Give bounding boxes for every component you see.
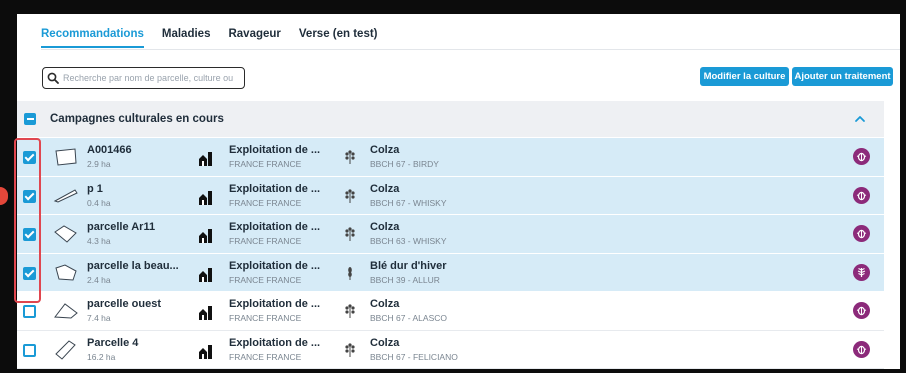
parcel-row[interactable]: Parcelle 4 16.2 ha Exploitation de ... F… xyxy=(17,330,884,369)
wheat-pest-icon[interactable] xyxy=(853,263,870,281)
parcel-name: Parcelle 4 xyxy=(87,336,139,349)
exploitation-icon xyxy=(199,267,212,282)
exploitation-country: FRANCE FRANCE xyxy=(229,159,302,169)
parcel-shape-icon xyxy=(54,303,78,319)
parcel-row[interactable]: p 1 0.4 ha Exploitation de ... FRANCE FR… xyxy=(17,176,884,215)
exploitation-country: FRANCE FRANCE xyxy=(229,236,302,246)
parcel-name: p 1 xyxy=(87,182,103,195)
crop-stage: BBCH 67 - BIRDY xyxy=(370,159,439,169)
parcel-area: 2.4 ha xyxy=(87,274,111,285)
bug-icon[interactable] xyxy=(853,186,870,204)
exploitation-icon xyxy=(199,344,212,359)
bug-icon[interactable] xyxy=(853,302,870,319)
tab-recommandations[interactable]: Recommandations xyxy=(41,28,144,48)
parcel-shape-icon xyxy=(55,148,77,166)
crop-name: Colza xyxy=(370,298,400,310)
row-checkbox[interactable] xyxy=(23,266,36,280)
search-input[interactable] xyxy=(63,73,243,83)
crop-stage: BBCH 63 - WHISKY xyxy=(370,236,447,246)
parcel-row[interactable]: parcelle la beau... 2.4 ha Exploitation … xyxy=(17,253,884,292)
exploitation-name: Exploitation de ... xyxy=(229,221,321,233)
rapeseed-icon xyxy=(345,188,355,203)
exploitation-name: Exploitation de ... xyxy=(229,259,321,272)
crop-name: Colza xyxy=(370,221,400,233)
crop-stage: BBCH 67 - FELICIANO xyxy=(370,351,458,362)
exploitation-country: FRANCE FRANCE xyxy=(229,351,302,362)
row-checkbox[interactable] xyxy=(23,305,36,318)
exploitation-name: Exploitation de ... xyxy=(229,182,321,195)
exploitation-name: Exploitation de ... xyxy=(229,336,321,349)
bug-icon[interactable] xyxy=(853,148,870,165)
crop-stage: BBCH 67 - ALASCO xyxy=(370,313,448,323)
parcel-area: 0.4 ha xyxy=(87,197,111,208)
screen-frame-bottom xyxy=(0,369,906,373)
search-icon xyxy=(47,72,59,84)
parcel-name: parcelle Ar11 xyxy=(87,221,156,233)
exploitation-icon xyxy=(199,190,212,205)
parcel-shape-icon xyxy=(55,339,76,360)
tab-ravageur[interactable]: Ravageur xyxy=(228,28,280,48)
parcel-area: 16.2 ha xyxy=(87,351,116,362)
screen-frame-top xyxy=(0,0,906,14)
crop-stage: BBCH 39 - ALLUR xyxy=(370,274,440,285)
select-all-checkbox[interactable] xyxy=(24,113,36,125)
parcel-area: 7.4 ha xyxy=(87,313,111,323)
wheat-icon xyxy=(348,266,352,280)
crop-name: Colza xyxy=(370,144,400,156)
parcel-row[interactable]: parcelle Ar11 4.3 ha Exploitation de ...… xyxy=(17,215,884,254)
exploitation-country: FRANCE FRANCE xyxy=(229,197,302,208)
parcel-area: 2.9 ha xyxy=(87,159,111,169)
exploitation-icon xyxy=(199,229,212,243)
crop-stage: BBCH 67 - WHISKY xyxy=(370,197,447,208)
crop-name: Colza xyxy=(370,336,400,349)
rapeseed-icon xyxy=(345,304,355,318)
tab-verse[interactable]: Verse (en test) xyxy=(299,28,378,48)
exploitation-country: FRANCE FRANCE xyxy=(229,313,302,323)
rapeseed-icon xyxy=(345,150,355,164)
parcel-shape-icon xyxy=(53,188,78,203)
crop-name: Blé dur d'hiver xyxy=(370,259,447,272)
row-checkbox[interactable] xyxy=(23,151,36,164)
exploitation-country: FRANCE FRANCE xyxy=(229,274,302,285)
parcel-row[interactable]: A001466 2.9 ha Exploitation de ... FRANC… xyxy=(17,138,884,177)
main-panel: Recommandations Maladies Ravageur Verse … xyxy=(14,14,900,369)
modifier-culture-button[interactable]: Modifier la culture xyxy=(700,67,789,86)
row-checkbox[interactable] xyxy=(23,189,36,203)
parcel-shape-icon xyxy=(54,225,77,243)
exploitation-name: Exploitation de ... xyxy=(229,144,321,156)
exploitation-name: Exploitation de ... xyxy=(229,298,321,310)
exploitation-icon xyxy=(199,152,212,166)
parcel-name: parcelle ouest xyxy=(87,298,161,310)
bug-icon[interactable] xyxy=(853,225,870,242)
row-checkbox[interactable] xyxy=(23,343,36,357)
campaign-header[interactable]: Campagnes culturales en cours xyxy=(17,101,884,137)
tab-maladies[interactable]: Maladies xyxy=(162,28,211,48)
crop-name: Colza xyxy=(370,182,400,195)
parcel-row[interactable]: parcelle ouest 7.4 ha Exploitation de ..… xyxy=(17,292,884,331)
rapeseed-icon xyxy=(345,342,355,357)
parcel-name: A001466 xyxy=(87,144,132,156)
parcel-list: A001466 2.9 ha Exploitation de ... FRANC… xyxy=(17,138,884,369)
screen-frame-right xyxy=(900,0,906,373)
tab-bar: Recommandations Maladies Ravageur Verse … xyxy=(41,28,378,48)
parcel-name: parcelle la beau... xyxy=(87,259,179,272)
exploitation-icon xyxy=(199,306,212,320)
campaign-title: Campagnes culturales en cours xyxy=(50,113,224,125)
tabs-divider xyxy=(41,49,900,50)
rapeseed-icon xyxy=(345,227,355,241)
parcel-shape-icon xyxy=(55,263,77,281)
bug-icon[interactable] xyxy=(853,340,870,358)
search-box[interactable] xyxy=(42,67,245,89)
chevron-up-icon[interactable] xyxy=(854,114,866,124)
ajouter-traitement-button[interactable]: Ajouter un traitement xyxy=(792,67,893,86)
row-checkbox[interactable] xyxy=(23,228,36,241)
parcel-area: 4.3 ha xyxy=(87,236,111,246)
